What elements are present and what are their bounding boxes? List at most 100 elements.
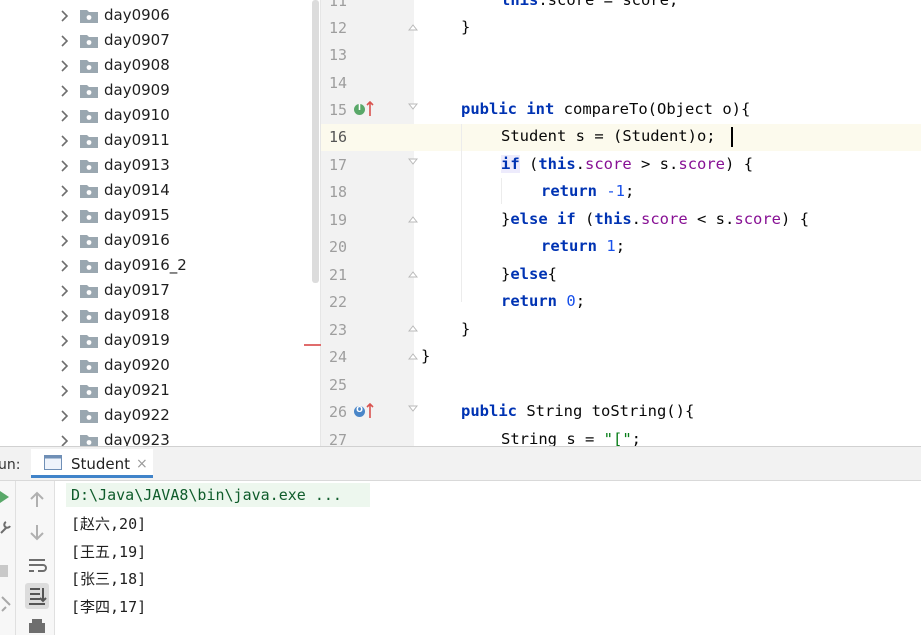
tree-item[interactable]: day0918 — [0, 303, 321, 328]
close-tab-icon[interactable]: × — [136, 456, 148, 472]
tree-item-label: day0917 — [104, 281, 170, 299]
tree-item[interactable]: day0910 — [0, 103, 321, 128]
tree-item[interactable]: day0907 — [0, 28, 321, 53]
chevron-right-icon[interactable] — [59, 35, 71, 47]
keyword: this — [501, 0, 539, 9]
fold-end-icon[interactable] — [408, 21, 418, 31]
field-ref: score — [641, 210, 688, 228]
chevron-right-icon[interactable] — [59, 10, 71, 22]
tree-item[interactable]: day0908 — [0, 53, 321, 78]
chevron-right-icon[interactable] — [59, 85, 71, 97]
code-line-16[interactable]: Student s = (Student)o; — [501, 127, 716, 145]
tree-item-label: day0908 — [104, 56, 170, 74]
chevron-right-icon[interactable] — [59, 110, 71, 122]
scroll-to-end-icon[interactable] — [26, 585, 48, 607]
arrow-up-icon[interactable] — [26, 489, 48, 511]
tree-item[interactable]: day0919 — [0, 328, 321, 353]
chevron-right-icon[interactable] — [59, 385, 71, 397]
overrides-method-icon[interactable]: O — [354, 405, 365, 417]
code-text: . — [575, 155, 586, 173]
tree-item[interactable]: day0922 — [0, 403, 321, 428]
chevron-right-icon[interactable] — [59, 435, 71, 446]
chevron-right-icon[interactable] — [59, 285, 71, 297]
fold-end-icon[interactable] — [408, 350, 418, 360]
code-text: ; — [575, 292, 586, 310]
tree-scrollbar[interactable] — [312, 0, 319, 283]
folder-icon — [80, 85, 98, 98]
code-line-24[interactable]: } — [421, 347, 430, 365]
code-line-11[interactable]: this.score = score; — [501, 0, 678, 9]
fold-start-icon[interactable] — [408, 103, 418, 113]
soft-wrap-icon[interactable] — [26, 555, 48, 577]
code-line-17[interactable]: if (this.score > s.score) { — [501, 155, 753, 173]
fold-end-icon[interactable] — [408, 213, 418, 223]
tree-item[interactable]: day0906 — [0, 3, 321, 28]
fold-end-icon[interactable] — [408, 268, 418, 278]
fold-end-icon[interactable] — [408, 322, 418, 332]
chevron-right-icon[interactable] — [59, 135, 71, 147]
tree-item[interactable]: day0909 — [0, 78, 321, 103]
tree-item[interactable]: day0916_2 — [0, 253, 321, 278]
chevron-right-icon[interactable] — [59, 360, 71, 372]
folder-icon — [80, 360, 98, 373]
folder-icon — [80, 60, 98, 73]
chevron-right-icon[interactable] — [59, 185, 71, 197]
tree-item-label: day0916_2 — [104, 256, 187, 274]
chevron-right-icon[interactable] — [59, 260, 71, 272]
chevron-right-icon[interactable] — [59, 60, 71, 72]
chevron-right-icon[interactable] — [59, 335, 71, 347]
code-line-22[interactable]: return 0; — [501, 292, 585, 310]
chevron-right-icon[interactable] — [59, 210, 71, 222]
line-number: 26 — [328, 403, 347, 421]
line-number: 12 — [328, 19, 347, 37]
code-line-18[interactable]: return -1; — [541, 182, 634, 200]
tree-item[interactable]: day0923 — [0, 428, 321, 446]
print-icon[interactable] — [26, 617, 48, 639]
arrow-up-icon[interactable] — [366, 101, 374, 117]
code-line-12[interactable]: } — [461, 18, 470, 36]
folder-icon — [80, 285, 98, 298]
tree-item[interactable]: day0917 — [0, 278, 321, 303]
fold-start-icon[interactable] — [408, 158, 418, 168]
error-stripe-mark[interactable] — [304, 344, 321, 346]
keyword: int — [526, 100, 555, 118]
tree-item-label: day0920 — [104, 356, 170, 374]
console-command-line[interactable]: D:\Java\JAVA8\bin\java.exe ... — [71, 486, 342, 504]
code-text: } — [461, 18, 471, 36]
tree-item[interactable]: day0911 — [0, 128, 321, 153]
stop-icon[interactable] — [0, 565, 9, 577]
wrench-icon[interactable] — [0, 519, 12, 535]
tree-item-label: day0915 — [104, 206, 170, 224]
code-line-19[interactable]: }else if (this.score < s.score) { — [501, 210, 809, 228]
tree-item[interactable]: day0915 — [0, 203, 321, 228]
rerun-icon[interactable] — [0, 491, 10, 503]
keyword: this — [594, 210, 632, 228]
pin-icon[interactable] — [0, 595, 12, 613]
tree-item[interactable]: day0920 — [0, 353, 321, 378]
tree-item[interactable]: day0916 — [0, 228, 321, 253]
chevron-right-icon[interactable] — [59, 160, 71, 172]
tree-item[interactable]: day0921 — [0, 378, 321, 403]
tree-item-label: day0906 — [104, 6, 170, 24]
folder-icon — [80, 385, 98, 398]
keyword: return — [541, 237, 597, 255]
arrow-down-icon[interactable] — [26, 521, 48, 543]
code-line-23[interactable]: } — [461, 320, 470, 338]
tree-item[interactable]: day0913 — [0, 153, 321, 178]
indent-guide — [461, 124, 462, 302]
implements-method-icon[interactable]: I — [354, 103, 365, 115]
code-line-26[interactable]: public String toString(){ — [461, 402, 694, 420]
tree-item[interactable]: day0914 — [0, 178, 321, 203]
code-text: ( — [575, 210, 595, 228]
run-tab-label[interactable]: Student — [71, 455, 130, 473]
fold-start-icon[interactable] — [408, 405, 418, 415]
chevron-right-icon[interactable] — [59, 235, 71, 247]
chevron-right-icon[interactable] — [59, 310, 71, 322]
implements-method-glyph: I — [358, 103, 361, 112]
arrow-up-icon[interactable] — [366, 403, 374, 419]
code-line-20[interactable]: return 1; — [541, 237, 625, 255]
code-line-15[interactable]: public int compareTo(Object o){ — [461, 100, 750, 118]
tree-item-label: day0919 — [104, 331, 170, 349]
chevron-right-icon[interactable] — [59, 410, 71, 422]
code-line-21[interactable]: }else{ — [501, 265, 557, 283]
